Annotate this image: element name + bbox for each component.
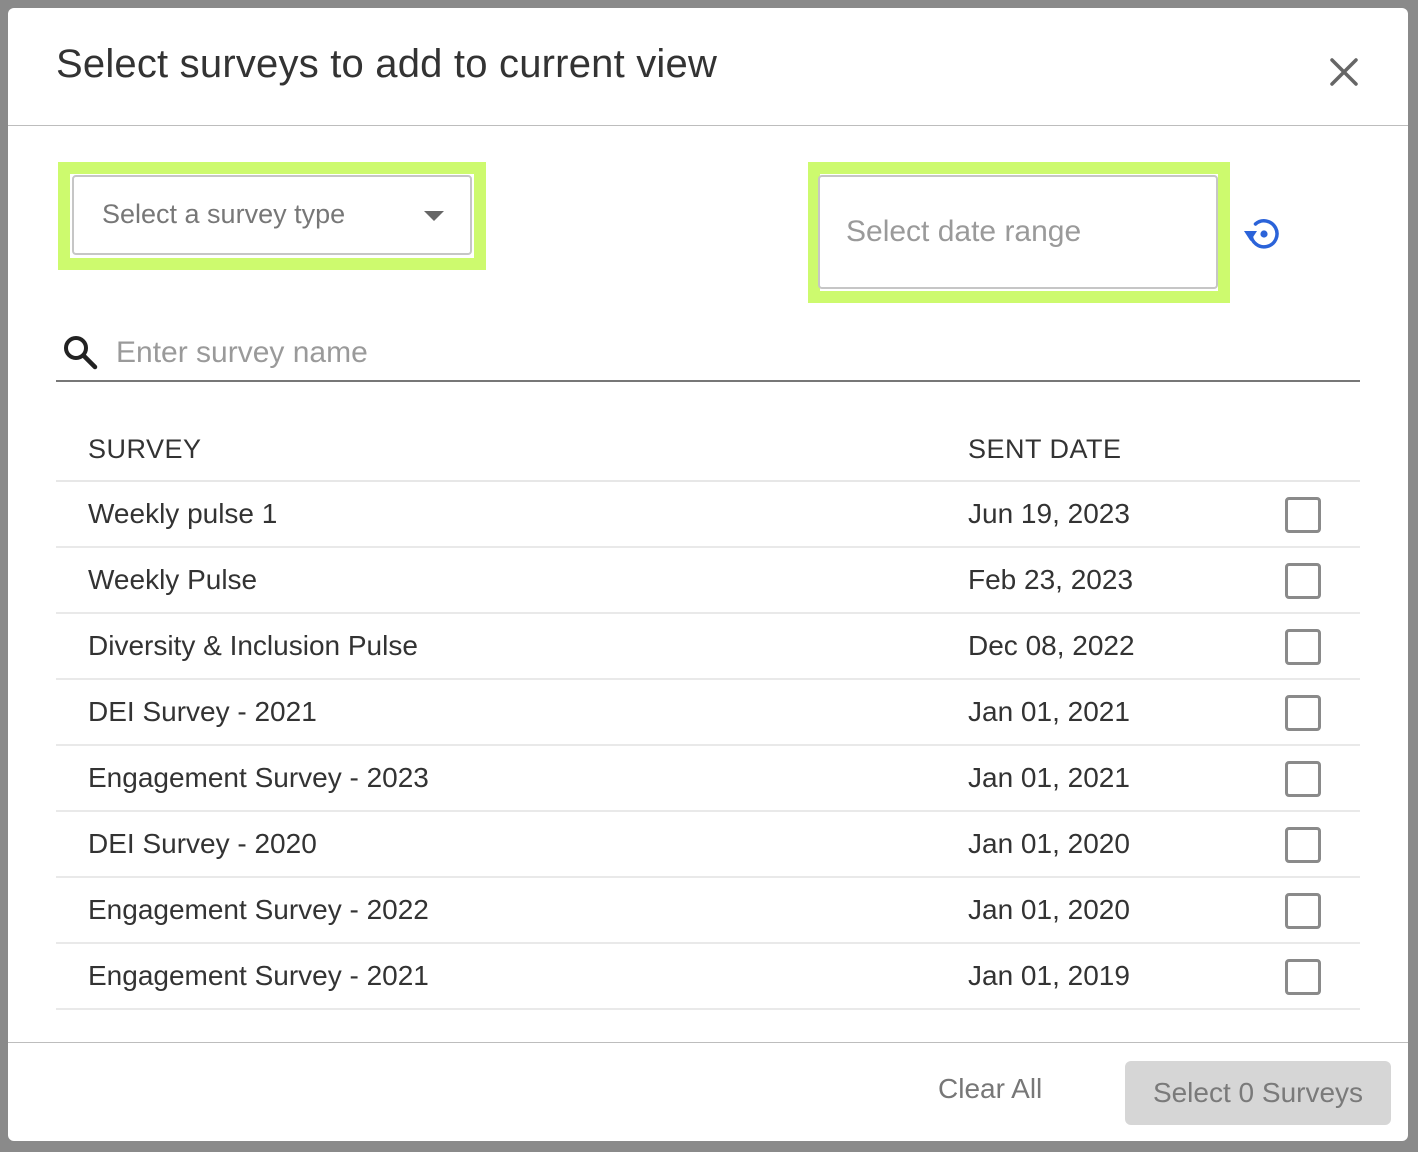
survey-type-select[interactable]: Select a survey type [72, 175, 472, 255]
sent-date: Jan 01, 2020 [968, 894, 1130, 925]
survey-name: Engagement Survey - 2022 [88, 894, 429, 925]
survey-name: Weekly pulse 1 [88, 498, 278, 529]
modal-header: Select surveys to add to current view [8, 8, 1408, 126]
row-checkbox[interactable] [1285, 893, 1321, 929]
table-row: Engagement Survey - 2022 Jan 01, 2020 [56, 878, 1360, 944]
chevron-down-icon [424, 211, 444, 221]
table-row: Weekly Pulse Feb 23, 2023 [56, 548, 1360, 614]
survey-name: Engagement Survey - 2021 [88, 960, 429, 991]
sent-date-column-header: SENT DATE [968, 434, 1122, 464]
row-checkbox[interactable] [1285, 695, 1321, 731]
surveys-table: SURVEY SENT DATE Weekly pulse 1 Jun 19, … [56, 418, 1360, 1010]
sent-date: Jan 01, 2021 [968, 762, 1130, 793]
survey-name: Weekly Pulse [88, 564, 258, 595]
row-checkbox[interactable] [1285, 827, 1321, 863]
row-checkbox[interactable] [1285, 761, 1321, 797]
modal-title: Select surveys to add to current view [56, 42, 718, 86]
reset-date-button[interactable] [1240, 211, 1286, 257]
modal-footer: Clear All Select 0 Surveys [8, 1042, 1408, 1141]
close-button[interactable] [1324, 52, 1364, 92]
sent-date: Jan 01, 2020 [968, 828, 1130, 859]
table-header: SURVEY SENT DATE [56, 418, 1360, 482]
sent-date: Feb 23, 2023 [968, 564, 1134, 595]
survey-type-placeholder: Select a survey type [102, 199, 346, 229]
sent-date: Dec 08, 2022 [968, 630, 1135, 661]
survey-column-header: SURVEY [88, 434, 202, 464]
select-surveys-button[interactable]: Select 0 Surveys [1125, 1061, 1391, 1125]
survey-name: DEI Survey - 2021 [88, 696, 317, 727]
table-row: DEI Survey - 2020 Jan 01, 2020 [56, 812, 1360, 878]
date-range-input[interactable] [818, 175, 1218, 289]
survey-name: DEI Survey - 2020 [88, 828, 317, 859]
table-row: DEI Survey - 2021 Jan 01, 2021 [56, 680, 1360, 746]
table-row: Engagement Survey - 2021 Jan 01, 2019 [56, 944, 1360, 1010]
sent-date: Jan 01, 2019 [968, 960, 1130, 991]
row-checkbox[interactable] [1285, 497, 1321, 533]
reset-icon [1244, 219, 1279, 249]
close-icon [1330, 58, 1358, 86]
sent-date: Jun 19, 2023 [968, 498, 1130, 529]
survey-name: Diversity & Inclusion Pulse [88, 630, 418, 661]
table-row: Engagement Survey - 2023 Jan 01, 2021 [56, 746, 1360, 812]
table-row: Weekly pulse 1 Jun 19, 2023 [56, 482, 1360, 548]
sent-date: Jan 01, 2021 [968, 696, 1130, 727]
select-surveys-modal: Select surveys to add to current view Se… [8, 8, 1408, 1141]
survey-name: Engagement Survey - 2023 [88, 762, 429, 793]
clear-all-button[interactable]: Clear All [938, 1073, 1042, 1105]
row-checkbox[interactable] [1285, 959, 1321, 995]
search-icon [64, 336, 98, 370]
row-checkbox[interactable] [1285, 563, 1321, 599]
table-row: Diversity & Inclusion Pulse Dec 08, 2022 [56, 614, 1360, 680]
search-bar [56, 326, 1360, 382]
row-checkbox[interactable] [1285, 629, 1321, 665]
search-input[interactable] [116, 326, 1346, 380]
